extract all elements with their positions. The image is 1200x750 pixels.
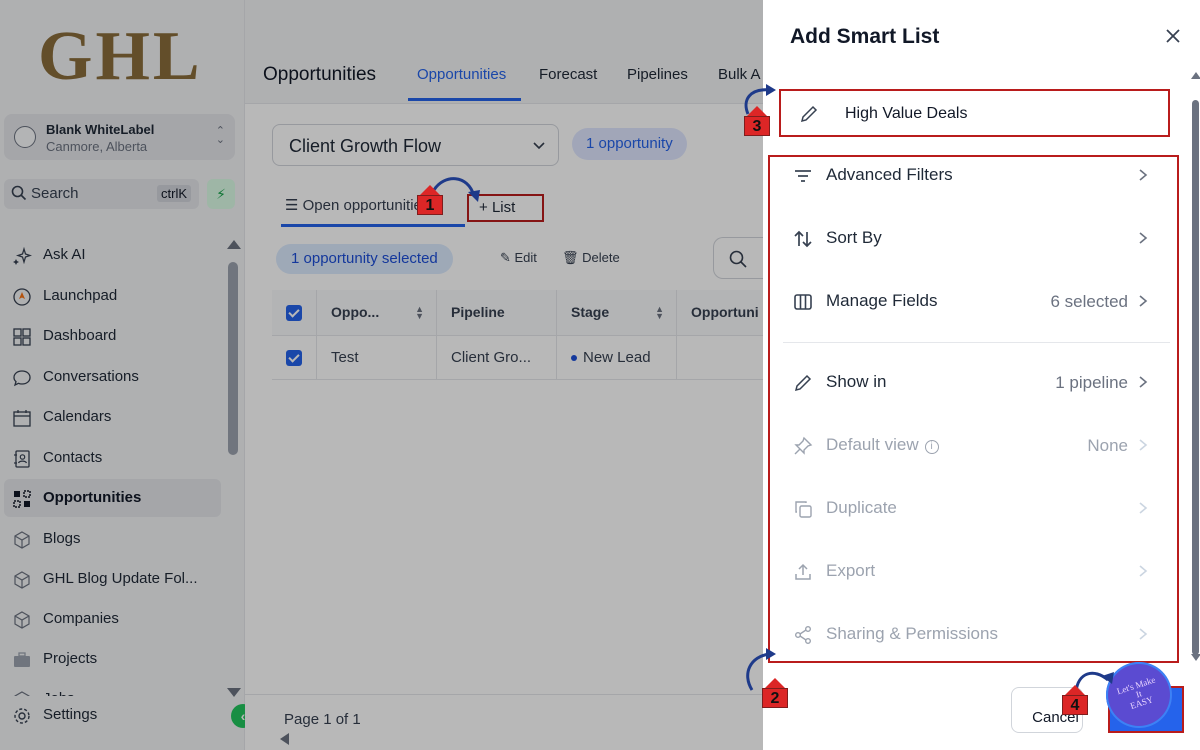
scroll-thumb[interactable] — [1192, 100, 1199, 655]
step-number: 4 — [1062, 695, 1088, 715]
option-export: Export — [790, 554, 1152, 590]
step-number: 1 — [417, 195, 443, 215]
step-number: 3 — [744, 116, 770, 136]
step-arrow-icon — [1065, 685, 1085, 695]
option-label: Sharing & Permissions — [826, 624, 998, 643]
option-show-in[interactable]: Show in 1 pipeline — [790, 365, 1152, 401]
modal-backdrop[interactable] — [0, 0, 763, 750]
panel-scrollbar[interactable] — [1191, 72, 1200, 672]
sort-icon — [794, 230, 812, 248]
option-label: Duplicate — [826, 498, 897, 517]
pin-icon — [794, 436, 813, 455]
option-label-text: Default view — [826, 435, 919, 454]
option-value: 1 pipeline — [1055, 373, 1128, 392]
option-value: 6 selected — [1050, 292, 1129, 311]
add-smart-list-panel: Add Smart List Advanced Filters Sort By … — [763, 0, 1200, 750]
smart-list-name-field[interactable] — [779, 89, 1170, 137]
step-number: 2 — [762, 688, 788, 708]
pencil-icon — [794, 374, 812, 392]
step-arrow-icon — [747, 106, 767, 116]
option-advanced-filters[interactable]: Advanced Filters — [790, 158, 1152, 194]
option-label: Export — [826, 561, 876, 580]
step-marker-2: 2 — [760, 678, 790, 708]
share-icon — [795, 626, 811, 644]
info-icon[interactable]: i — [924, 440, 939, 454]
pencil-icon — [800, 105, 818, 123]
chevron-right-icon — [1139, 169, 1148, 181]
option-duplicate: Duplicate — [790, 491, 1152, 527]
step-arrow-icon — [420, 185, 440, 195]
chevron-right-icon — [1139, 376, 1148, 388]
watermark-line: EASY — [1128, 694, 1155, 711]
chevron-right-icon — [1139, 628, 1148, 640]
columns-icon — [794, 294, 812, 310]
option-label: Manage Fields — [826, 291, 938, 310]
step-marker-1: 1 — [415, 185, 445, 215]
option-label: Advanced Filters — [826, 165, 953, 184]
option-label: Default view i — [826, 435, 939, 455]
scroll-down-arrow-icon[interactable] — [1191, 654, 1200, 661]
option-sort-by[interactable]: Sort By — [790, 221, 1152, 257]
chevron-right-icon — [1139, 502, 1148, 514]
option-label: Show in — [826, 372, 887, 391]
upload-icon — [795, 563, 811, 580]
scroll-up-arrow-icon[interactable] — [1191, 72, 1200, 79]
option-default-view: Default view i None — [790, 428, 1152, 464]
option-value: None — [1087, 436, 1128, 455]
divider — [783, 342, 1170, 343]
chevron-right-icon — [1139, 232, 1148, 244]
step-arrow-icon — [765, 678, 785, 688]
chevron-right-icon — [1139, 565, 1148, 577]
copy-icon — [795, 501, 812, 518]
option-label: Sort By — [826, 228, 882, 247]
option-manage-fields[interactable]: Manage Fields 6 selected — [790, 284, 1152, 320]
close-icon[interactable] — [1163, 26, 1183, 46]
step-marker-4: 4 — [1060, 685, 1090, 715]
step-marker-3: 3 — [742, 106, 772, 136]
filter-icon — [795, 170, 811, 182]
smart-list-name-input[interactable] — [845, 102, 1145, 126]
chevron-right-icon — [1139, 295, 1148, 307]
option-sharing-permissions: Sharing & Permissions — [790, 617, 1152, 653]
chevron-right-icon — [1139, 439, 1148, 451]
panel-title: Add Smart List — [790, 25, 940, 48]
